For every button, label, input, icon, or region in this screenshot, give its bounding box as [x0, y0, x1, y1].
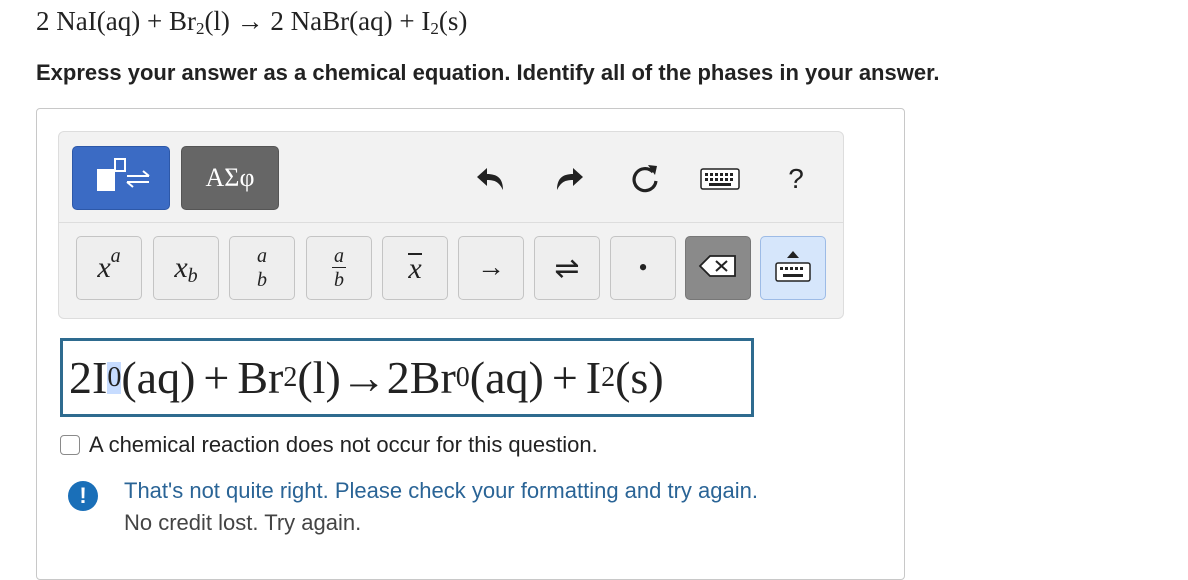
reactant: NaI(aq)	[56, 6, 141, 36]
plus-sign: +	[146, 6, 163, 36]
coefficient: 2	[36, 6, 50, 36]
tab-greek-symbols[interactable]: ΑΣφ	[181, 146, 279, 210]
reset-icon[interactable]	[625, 162, 665, 196]
keyboard-toggle-icon	[773, 246, 813, 291]
product: NaBr(aq)	[290, 6, 393, 36]
no-reaction-checkbox[interactable]	[60, 435, 80, 455]
subscript-key[interactable]: xb	[153, 236, 219, 300]
tab-greek-label: ΑΣφ	[205, 163, 255, 192]
fraction-key[interactable]: a b	[229, 236, 295, 300]
delete-key[interactable]	[685, 236, 751, 300]
coefficient: 2	[270, 6, 284, 36]
dot-key[interactable]: •	[610, 236, 676, 300]
keyboard-icon[interactable]	[700, 162, 740, 196]
toolbar-divider	[58, 222, 844, 223]
feedback-message: That's not quite right. Please check you…	[124, 478, 758, 503]
reactant: Br2(l)	[168, 6, 230, 38]
reaction-arrow-key[interactable]: →	[458, 236, 524, 300]
answer-math-input[interactable]: 2I 0 (aq) + Br 2 (l) → 2Br 0 (aq) + I 2 (s)	[60, 338, 754, 417]
tab-templates[interactable]	[72, 146, 170, 210]
overline-key[interactable]: x	[382, 236, 448, 300]
undo-icon[interactable]	[472, 162, 512, 196]
help-button[interactable]: ?	[776, 162, 816, 196]
reaction-arrow: →	[236, 6, 264, 36]
keyboard-toggle-key[interactable]	[760, 236, 826, 300]
alert-icon: !	[68, 481, 98, 511]
no-reaction-option: A chemical reaction does not occur for t…	[60, 432, 598, 458]
instruction-text: Express your answer as a chemical equati…	[36, 60, 940, 85]
feedback-credit-note: No credit lost. Try again.	[124, 510, 362, 535]
plus-sign: +	[399, 6, 415, 36]
no-reaction-label: A chemical reaction does not occur for t…	[89, 432, 598, 457]
equilibrium-arrow-key[interactable]: ⇌	[534, 236, 600, 300]
product: I2(s)	[421, 6, 468, 38]
template-arrows-icon	[83, 154, 159, 203]
fraction-bar-key[interactable]: a b	[306, 236, 372, 300]
superscript-key[interactable]: xa	[76, 236, 142, 300]
question-equation: 2 NaI(aq) + Br2(l) → 2 NaBr(aq) + I2(s)	[36, 6, 467, 39]
backspace-icon	[698, 254, 738, 283]
redo-icon[interactable]	[548, 162, 588, 196]
